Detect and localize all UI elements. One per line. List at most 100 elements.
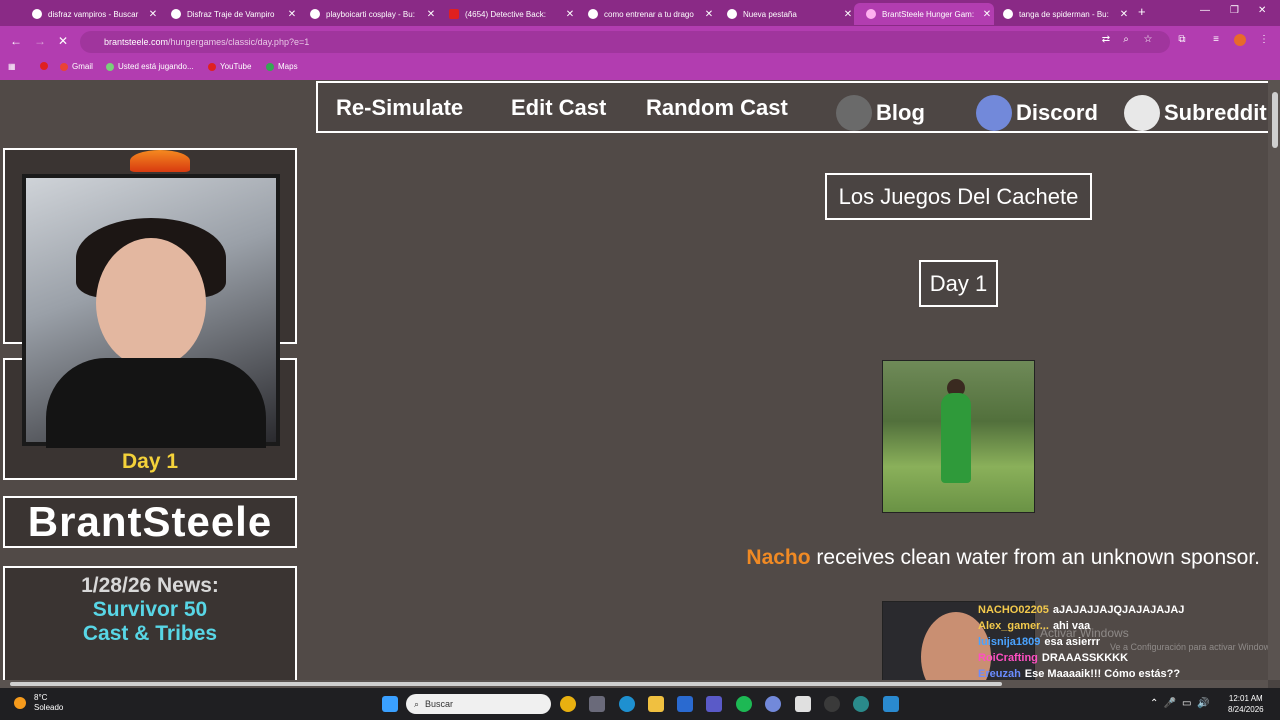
event-text: Nacho receives clean water from an unkno… xyxy=(746,546,1260,569)
site-icon xyxy=(106,62,114,71)
obs-icon[interactable] xyxy=(824,696,840,712)
extensions-icon[interactable]: ⧉ xyxy=(1176,34,1188,46)
discord-icon[interactable] xyxy=(765,696,781,712)
chat-message: RoiCrafting DRAAASSKKKK xyxy=(978,652,1129,664)
fire-graphic xyxy=(130,150,190,172)
site-icon xyxy=(866,9,876,19)
news-line-1: Survivor 50 xyxy=(92,598,208,621)
chat-message: luisnija1809 esa asierrr xyxy=(978,636,1101,648)
url-input[interactable]: brantsteele.com/hungergames/classic/day.… xyxy=(80,31,1170,53)
site-icon xyxy=(171,9,181,19)
tab-nueva[interactable]: Nueva pestaña ✕ xyxy=(715,3,855,25)
bookmark-maps[interactable]: Maps xyxy=(266,62,298,71)
close-icon[interactable]: ✕ xyxy=(563,9,577,20)
tab-disfraz-vampiros[interactable]: disfraz vampiros - Buscar ✕ xyxy=(20,3,160,25)
bookmark-gmail[interactable]: Gmail xyxy=(60,62,93,71)
nav-discord[interactable]: Discord xyxy=(976,95,1098,131)
tab-brantsteele[interactable]: BrantSteele Hunger Gam: ✕ xyxy=(854,3,994,25)
tribute-photo xyxy=(882,360,1035,513)
tab-playboicarti[interactable]: playboicarti cosplay - Bu: ✕ xyxy=(298,3,438,25)
new-tab-button[interactable]: + xyxy=(1138,4,1146,19)
apps-icon[interactable]: ▦ xyxy=(8,62,16,71)
close-icon[interactable]: ✕ xyxy=(424,9,438,20)
window-close-button[interactable]: ✕ xyxy=(1258,5,1266,16)
bookmark-youtube-small[interactable] xyxy=(40,62,52,70)
youtube-icon xyxy=(208,62,216,71)
close-icon[interactable]: ✕ xyxy=(285,9,299,20)
reddit-icon xyxy=(1124,95,1160,131)
close-icon[interactable]: ✕ xyxy=(146,9,160,20)
taskbar-search[interactable]: ⌕ Buscar xyxy=(406,694,551,714)
news-header: 1/28/26 News: xyxy=(81,574,219,597)
chrome-icon[interactable] xyxy=(560,696,576,712)
close-icon[interactable]: ✕ xyxy=(1117,9,1131,20)
maps-icon xyxy=(266,62,274,71)
chat-message: Ereuzah Ese Maaaaik!!! Cómo estás?? xyxy=(978,668,1181,680)
folder-icon[interactable] xyxy=(648,696,664,712)
site-nav: Re-Simulate Edit Cast Random Cast Blog D… xyxy=(316,81,1276,133)
star-icon[interactable]: ☆ xyxy=(1142,34,1154,46)
youtube-icon xyxy=(40,62,48,70)
store-icon[interactable] xyxy=(589,696,605,712)
youtube-icon xyxy=(449,9,459,19)
forward-icon[interactable]: → xyxy=(34,34,46,48)
nav-resimulate[interactable]: Re-Simulate xyxy=(336,95,463,121)
nav-blog[interactable]: Blog xyxy=(836,95,925,131)
horizontal-scroll-thumb[interactable] xyxy=(10,682,1002,686)
google-icon xyxy=(1003,9,1013,19)
back-icon[interactable]: ← xyxy=(10,34,22,48)
zoom-icon[interactable]: ⌕ xyxy=(1120,34,1132,46)
nav-edit-cast[interactable]: Edit Cast xyxy=(511,95,606,121)
news-line-2: Cast & Tribes xyxy=(82,622,218,645)
close-icon[interactable]: ✕ xyxy=(841,9,855,20)
tab-disfraz-traje[interactable]: Disfraz Traje de Vampiro ✕ xyxy=(159,3,299,25)
minimize-button[interactable]: — xyxy=(1200,5,1210,16)
translate-icon[interactable]: ⇄ xyxy=(1100,34,1112,46)
chrome-icon xyxy=(727,9,737,19)
windows-start-icon[interactable] xyxy=(382,696,398,712)
close-icon[interactable]: ✕ xyxy=(702,9,716,20)
bookmark-youtube[interactable]: YouTube xyxy=(208,62,251,71)
gmail-icon xyxy=(60,62,68,71)
url-path: /hungergames/classic/day.php?e=1 xyxy=(168,37,310,47)
stream-chat: NACHO02205 aJAJAJJAJQJAJAJAJAJ Alex_gamer… xyxy=(978,604,1258,680)
weather-widget[interactable]: 8°C Soleado xyxy=(14,693,63,713)
capcut-icon[interactable] xyxy=(795,696,811,712)
tab-como-entrenar[interactable]: como entrenar a tu drago ✕ xyxy=(576,3,716,25)
day-title: Day 1 xyxy=(919,260,998,307)
nav-random-cast[interactable]: Random Cast xyxy=(646,95,788,121)
spotify-icon[interactable] xyxy=(736,696,752,712)
stop-icon[interactable]: ✕ xyxy=(58,34,68,48)
url-domain: brantsteele.com xyxy=(104,37,169,47)
news-panel[interactable]: 1/28/26 News: Survivor 50 Cast & Tribes xyxy=(3,566,297,680)
chat-message: NACHO02205 aJAJAJJAJQJAJAJAJAJ xyxy=(978,604,1185,616)
sun-icon xyxy=(14,697,26,709)
google-icon xyxy=(32,9,42,19)
app-icon[interactable] xyxy=(853,696,869,712)
bookmark-usted[interactable]: Usted está jugando... xyxy=(106,62,194,71)
nav-subreddit[interactable]: Subreddit xyxy=(1124,95,1267,131)
maximize-button[interactable]: ❐ xyxy=(1230,5,1239,16)
menu-icon[interactable]: ⋮ xyxy=(1258,34,1270,46)
page-content: Re-Simulate Edit Cast Random Cast Blog D… xyxy=(0,80,1280,680)
edge-icon[interactable] xyxy=(619,696,635,712)
media-icon[interactable]: ≡ xyxy=(1210,34,1222,46)
vertical-scrollbar[interactable] xyxy=(1268,80,1280,680)
mail-icon[interactable] xyxy=(677,696,693,712)
address-bar-row: ← → ✕ brantsteele.com/hungergames/classi… xyxy=(0,26,1280,58)
tab-tanga[interactable]: tanga de spiderman - Bu: ✕ xyxy=(991,3,1131,25)
tab-youtube[interactable]: (4654) Detective Back: ✕ xyxy=(437,3,577,25)
system-tray[interactable]: ⌃ 🎤 ▭ 🔊 xyxy=(1150,698,1209,709)
vertical-scroll-thumb[interactable] xyxy=(1272,92,1278,148)
browser-tab-bar: disfraz vampiros - Buscar ✕ Disfraz Traje… xyxy=(0,0,1280,26)
teams-icon[interactable] xyxy=(706,696,722,712)
app-icon-2[interactable] xyxy=(883,696,899,712)
sidebar-day-label: Day 1 xyxy=(121,450,179,473)
webcam-overlay xyxy=(22,174,280,448)
clock[interactable]: 12:01 AM 8/24/2026 xyxy=(1228,693,1264,715)
game-title: Los Juegos Del Cachete xyxy=(825,173,1092,220)
avatar[interactable] xyxy=(1234,34,1246,46)
brantsteele-logo[interactable]: BrantSteele xyxy=(3,496,297,548)
blog-icon xyxy=(836,95,872,131)
tribute-name: Nacho xyxy=(746,546,811,569)
